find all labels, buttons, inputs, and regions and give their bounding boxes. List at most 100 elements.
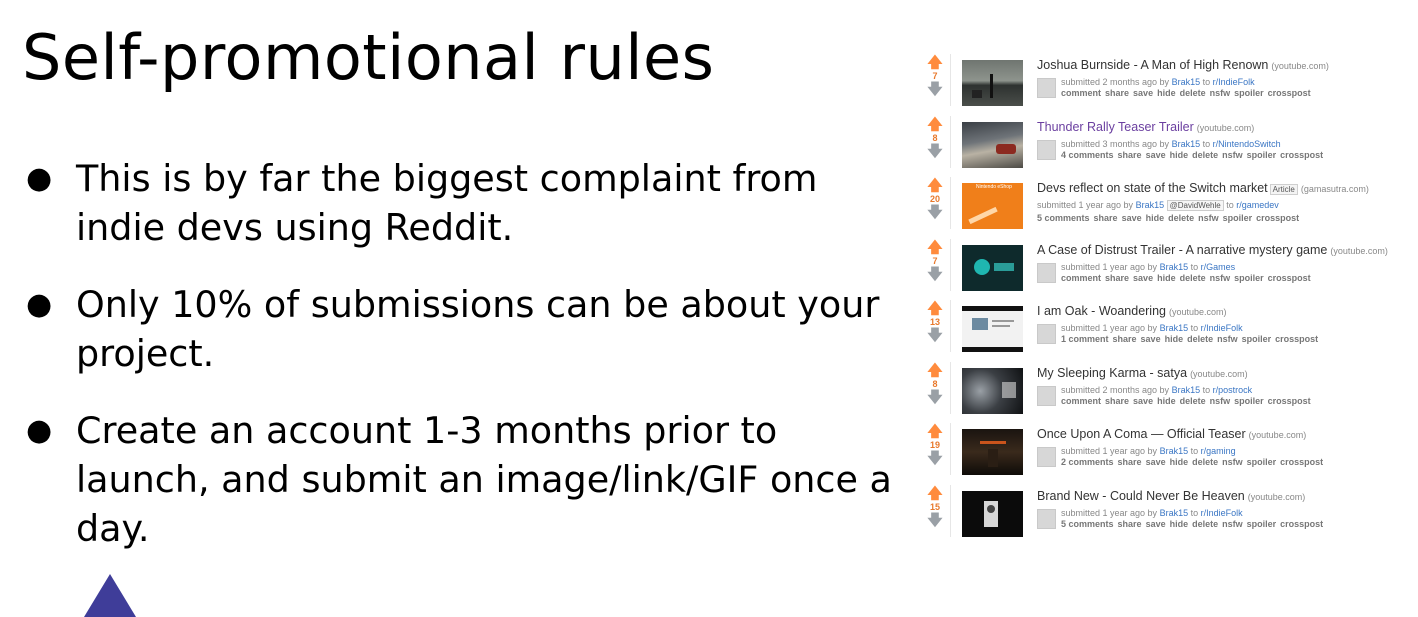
crosspost-button[interactable]: crosspost bbox=[1275, 334, 1318, 344]
author-link[interactable]: Brak15 bbox=[1160, 446, 1189, 456]
post-domain[interactable]: (youtube.com) bbox=[1249, 430, 1307, 440]
post-domain[interactable]: (youtube.com) bbox=[1248, 492, 1306, 502]
crosspost-button[interactable]: crosspost bbox=[1268, 88, 1311, 98]
hide-button[interactable]: hide bbox=[1170, 519, 1189, 529]
post-domain[interactable]: (youtube.com) bbox=[1271, 61, 1329, 71]
author-link[interactable]: Brak15 bbox=[1172, 385, 1201, 395]
post-thumbnail[interactable] bbox=[962, 244, 1023, 291]
nsfw-button[interactable]: nsfw bbox=[1198, 213, 1219, 223]
crosspost-button[interactable]: crosspost bbox=[1256, 213, 1299, 223]
expando-button[interactable] bbox=[1037, 262, 1056, 283]
share-button[interactable]: share bbox=[1105, 88, 1129, 98]
downvote-arrow-icon[interactable]: 🡇 bbox=[924, 144, 946, 159]
author-link[interactable]: Brak15 bbox=[1160, 323, 1189, 333]
delete-button[interactable]: delete bbox=[1180, 88, 1206, 98]
save-button[interactable]: save bbox=[1146, 519, 1166, 529]
share-button[interactable]: share bbox=[1118, 519, 1142, 529]
post-domain[interactable]: (gamasutra.com) bbox=[1301, 184, 1369, 194]
post-title-link[interactable]: Devs reflect on state of the Switch mark… bbox=[1037, 181, 1268, 195]
downvote-arrow-icon[interactable]: 🡇 bbox=[924, 267, 946, 282]
comments-button[interactable]: comment bbox=[1061, 88, 1101, 98]
subreddit-link[interactable]: r/postrock bbox=[1213, 385, 1253, 395]
delete-button[interactable]: delete bbox=[1180, 273, 1206, 283]
hide-button[interactable]: hide bbox=[1146, 213, 1165, 223]
post-thumbnail[interactable] bbox=[962, 60, 1023, 106]
nsfw-button[interactable]: nsfw bbox=[1217, 334, 1238, 344]
hide-button[interactable]: hide bbox=[1157, 396, 1176, 406]
subreddit-link[interactable]: r/gamedev bbox=[1236, 200, 1279, 210]
crosspost-button[interactable]: crosspost bbox=[1280, 457, 1323, 467]
comments-button[interactable]: 2 comments bbox=[1061, 457, 1114, 467]
delete-button[interactable]: delete bbox=[1192, 150, 1218, 160]
downvote-arrow-icon[interactable]: 🡇 bbox=[924, 328, 946, 343]
save-button[interactable]: save bbox=[1146, 150, 1166, 160]
delete-button[interactable]: delete bbox=[1168, 213, 1194, 223]
subreddit-link[interactable]: r/IndieFolk bbox=[1201, 323, 1243, 333]
expando-button[interactable] bbox=[1037, 385, 1056, 406]
spoiler-button[interactable]: spoiler bbox=[1247, 457, 1277, 467]
hide-button[interactable]: hide bbox=[1170, 457, 1189, 467]
crosspost-button[interactable]: crosspost bbox=[1268, 396, 1311, 406]
post-title-link[interactable]: A Case of Distrust Trailer - A narrative… bbox=[1037, 243, 1327, 257]
subreddit-link[interactable]: r/gaming bbox=[1201, 446, 1236, 456]
post-title-link[interactable]: Thunder Rally Teaser Trailer bbox=[1037, 120, 1194, 134]
upvote-arrow-icon[interactable]: 🡅 bbox=[924, 117, 946, 132]
hide-button[interactable]: hide bbox=[1165, 334, 1184, 344]
author-link[interactable]: Brak15 bbox=[1172, 139, 1201, 149]
save-button[interactable]: save bbox=[1122, 213, 1142, 223]
spoiler-button[interactable]: spoiler bbox=[1247, 519, 1277, 529]
share-button[interactable]: share bbox=[1118, 457, 1142, 467]
author-link[interactable]: Brak15 bbox=[1160, 262, 1189, 272]
upvote-arrow-icon[interactable]: 🡅 bbox=[924, 55, 946, 70]
save-button[interactable]: save bbox=[1133, 88, 1153, 98]
comments-button[interactable]: 5 comments bbox=[1061, 519, 1114, 529]
share-button[interactable]: share bbox=[1105, 396, 1129, 406]
post-thumbnail[interactable] bbox=[962, 121, 1023, 168]
post-thumbnail[interactable] bbox=[962, 306, 1023, 352]
expando-button[interactable] bbox=[1037, 324, 1056, 344]
crosspost-button[interactable]: crosspost bbox=[1268, 273, 1311, 283]
comments-button[interactable]: 4 comments bbox=[1061, 150, 1114, 160]
post-title-link[interactable]: My Sleeping Karma - satya bbox=[1037, 366, 1187, 380]
upvote-arrow-icon[interactable]: 🡅 bbox=[924, 178, 946, 193]
subreddit-link[interactable]: r/IndieFolk bbox=[1201, 508, 1243, 518]
hide-button[interactable]: hide bbox=[1157, 88, 1176, 98]
nsfw-button[interactable]: nsfw bbox=[1222, 150, 1243, 160]
save-button[interactable]: save bbox=[1133, 273, 1153, 283]
delete-button[interactable]: delete bbox=[1192, 519, 1218, 529]
post-title-link[interactable]: Once Upon A Coma — Official Teaser bbox=[1037, 427, 1246, 441]
author-link[interactable]: Brak15 bbox=[1160, 508, 1189, 518]
upvote-arrow-icon[interactable]: 🡅 bbox=[924, 486, 946, 501]
crosspost-button[interactable]: crosspost bbox=[1280, 519, 1323, 529]
post-domain[interactable]: (youtube.com) bbox=[1190, 369, 1248, 379]
spoiler-button[interactable]: spoiler bbox=[1223, 213, 1253, 223]
comments-button[interactable]: 1 comment bbox=[1061, 334, 1109, 344]
save-button[interactable]: save bbox=[1146, 457, 1166, 467]
post-domain[interactable]: (youtube.com) bbox=[1197, 123, 1255, 133]
post-domain[interactable]: (youtube.com) bbox=[1169, 307, 1227, 317]
save-button[interactable]: save bbox=[1141, 334, 1161, 344]
post-title-link[interactable]: I am Oak - Woandering bbox=[1037, 304, 1166, 318]
post-thumbnail[interactable] bbox=[962, 367, 1023, 414]
hide-button[interactable]: hide bbox=[1170, 150, 1189, 160]
subreddit-link[interactable]: r/Games bbox=[1201, 262, 1236, 272]
nsfw-button[interactable]: nsfw bbox=[1210, 88, 1231, 98]
upvote-arrow-icon[interactable]: 🡅 bbox=[924, 301, 946, 316]
spoiler-button[interactable]: spoiler bbox=[1234, 396, 1264, 406]
post-domain[interactable]: (youtube.com) bbox=[1330, 246, 1388, 256]
nsfw-button[interactable]: nsfw bbox=[1210, 396, 1231, 406]
spoiler-button[interactable]: spoiler bbox=[1242, 334, 1272, 344]
hide-button[interactable]: hide bbox=[1157, 273, 1176, 283]
nsfw-button[interactable]: nsfw bbox=[1210, 273, 1231, 283]
crosspost-button[interactable]: crosspost bbox=[1280, 150, 1323, 160]
post-title-link[interactable]: Brand New - Could Never Be Heaven bbox=[1037, 489, 1245, 503]
post-thumbnail[interactable] bbox=[962, 490, 1023, 537]
downvote-arrow-icon[interactable]: 🡇 bbox=[924, 513, 946, 528]
nsfw-button[interactable]: nsfw bbox=[1222, 457, 1243, 467]
comments-button[interactable]: comment bbox=[1061, 273, 1101, 283]
spoiler-button[interactable]: spoiler bbox=[1234, 88, 1264, 98]
expando-button[interactable] bbox=[1037, 508, 1056, 529]
expando-button[interactable] bbox=[1037, 139, 1056, 160]
share-button[interactable]: share bbox=[1105, 273, 1129, 283]
nsfw-button[interactable]: nsfw bbox=[1222, 519, 1243, 529]
